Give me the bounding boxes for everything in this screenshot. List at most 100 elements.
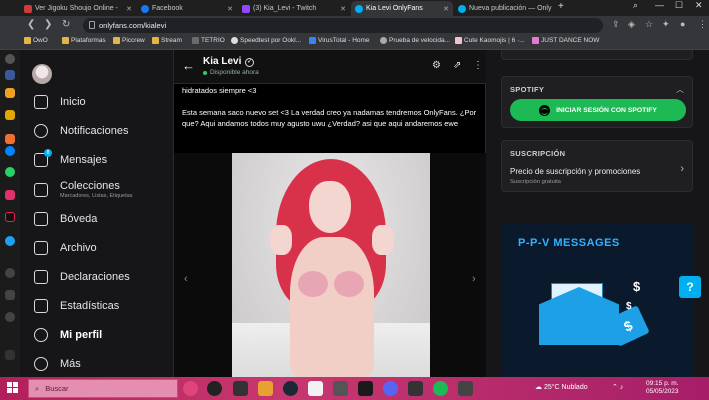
browser-tab-3[interactable]: (3) Kia_Levi - Twitch ✕ [238, 1, 350, 16]
url-input[interactable]: onlyfans.com/kialevi [83, 18, 603, 33]
reload-icon[interactable]: ↻ [62, 19, 70, 30]
app-icon[interactable] [308, 381, 323, 396]
bookmark-star-icon[interactable]: ☆ [645, 19, 653, 30]
browser-tab-active[interactable]: Kia Levi OnlyFans ✕ [351, 1, 453, 16]
menu-icon[interactable]: ⋮ [698, 19, 707, 30]
file-explorer-icon[interactable] [258, 381, 273, 396]
app-icon[interactable] [333, 381, 348, 396]
spotify-title: SPOTIFY [510, 85, 545, 94]
tray-icons[interactable]: ⌃ ♪ [612, 383, 623, 391]
minimize-button[interactable]: — [655, 0, 664, 10]
bookmark-item[interactable]: JUST DANCE NOW [532, 37, 599, 44]
back-arrow-icon[interactable]: ← [182, 58, 195, 73]
tab-favicon [242, 4, 250, 13]
main-nav: Inicio Notificaciones 8 Mensajes Colecci… [20, 50, 173, 377]
subscription-card[interactable]: SUSCRIPCIÓN Precio de suscripción y prom… [501, 140, 693, 192]
spotify-login-button[interactable]: INICIAR SESIÓN CON SPOTIFY [510, 99, 686, 121]
nav-item-inicio[interactable]: Inicio [34, 95, 86, 109]
photo-garment [298, 271, 328, 297]
bookmark-item[interactable]: Plataformas [62, 37, 106, 44]
app-icon[interactable] [358, 381, 373, 396]
gear-icon[interactable]: ⚙ [432, 60, 441, 71]
more-icon[interactable] [5, 350, 15, 360]
bookmark-item[interactable]: Prueba de velocida... [380, 37, 450, 44]
right-panel: SPOTIFY ︿ INICIAR SESIÓN CON SPOTIFY SUS… [486, 50, 709, 377]
nav-item-mensajes[interactable]: 8 Mensajes [34, 149, 107, 167]
nav-item-boveda[interactable]: Bóveda [34, 212, 97, 226]
nav-item-mi-perfil[interactable]: Mi perfil [34, 328, 102, 342]
clock-icon[interactable] [5, 268, 15, 278]
bookmark-label: VirusTotal - Home [318, 37, 370, 44]
nav-item-mas[interactable]: Más [34, 357, 81, 371]
weather-widget[interactable]: ☁ 25°C Nublado [535, 383, 588, 391]
help-button[interactable]: ? [679, 276, 701, 298]
instagram-icon[interactable] [5, 190, 15, 200]
clock[interactable]: 09:15 p. m. 05/05/2023 [646, 380, 679, 396]
whatsapp-icon[interactable] [5, 167, 15, 177]
maximize-button[interactable]: ☐ [675, 0, 683, 11]
bookmark-item[interactable]: Cute Kaomojis | 6 ·... [455, 37, 525, 44]
bookmark-item[interactable]: VirusTotal - Home [309, 37, 370, 44]
app-icon[interactable] [408, 381, 423, 396]
share-icon[interactable]: ⇪ [612, 19, 620, 30]
chat-name[interactable]: Kia Levi ✓ [203, 56, 255, 67]
browser-tab-5[interactable]: Nueva publicación — Only ✕ [454, 1, 554, 16]
facebook-icon[interactable] [5, 70, 15, 80]
nav-sublabel: Marcadores, Listas, Etiquetas [60, 193, 133, 199]
extension-icon[interactable]: ◈ [628, 19, 635, 30]
previous-photo-button[interactable]: ‹ [184, 273, 188, 285]
messenger-icon[interactable] [5, 146, 15, 156]
tab-favicon [24, 4, 32, 13]
close-icon[interactable]: ✕ [340, 5, 346, 13]
steam-icon[interactable] [283, 381, 298, 396]
profile-icon[interactable]: ● [680, 19, 685, 29]
nav-item-notificaciones[interactable]: Notificaciones [34, 124, 128, 138]
puzzle-icon[interactable]: ✦ [662, 19, 670, 30]
bookmark-label: JUST DANCE NOW [541, 37, 600, 44]
app-icon[interactable] [233, 381, 248, 396]
close-icon[interactable]: ✕ [227, 5, 233, 13]
opera-icon[interactable] [183, 381, 198, 396]
app-icon[interactable] [207, 381, 222, 396]
kebab-menu-icon[interactable]: ⋮ [473, 60, 483, 71]
close-icon[interactable]: ✕ [126, 5, 132, 13]
search-placeholder: Buscar [45, 384, 69, 393]
bookmark-item[interactable]: Speedtest por Ookl... [231, 37, 301, 44]
home-icon[interactable] [5, 54, 15, 64]
history-icon[interactable] [5, 312, 15, 322]
bookmarks-bar: OwO Plataformas Piccrew Stream TETRIO Sp… [0, 35, 709, 50]
message-photo[interactable]: ‹ › [174, 153, 487, 377]
bookmark-item[interactable]: TETRIO [192, 37, 225, 44]
close-icon[interactable]: ✕ [443, 5, 449, 13]
spotify-icon[interactable] [433, 381, 448, 396]
nav-item-archivo[interactable]: Archivo [34, 241, 97, 255]
nav-item-estadisticas[interactable]: Estadísticas [34, 299, 119, 313]
bookmark-item[interactable]: OwO [24, 37, 48, 44]
new-tab-button[interactable]: + [558, 1, 564, 12]
app-icon[interactable] [5, 88, 15, 98]
browser-tab-2[interactable]: Facebook ✕ [137, 1, 237, 16]
discord-icon[interactable] [383, 381, 398, 396]
ppv-banner[interactable]: P-P-V MESSAGES $ $ $ [501, 223, 693, 377]
nav-item-colecciones[interactable]: Colecciones Marcadores, Listas, Etiquetas [34, 180, 132, 199]
tiktok-icon[interactable] [5, 212, 15, 222]
tab-search-icon[interactable]: ⌕ [633, 0, 638, 11]
app-icon[interactable] [5, 134, 15, 144]
windows-start-icon[interactable] [7, 382, 19, 394]
app-icon[interactable] [458, 381, 473, 396]
bookmark-item[interactable]: Piccrew [113, 37, 145, 44]
avatar[interactable] [32, 64, 52, 84]
download-icon[interactable] [5, 290, 15, 300]
forward-icon[interactable]: ❯ [44, 19, 52, 30]
back-icon[interactable]: ❮ [27, 19, 35, 30]
chevron-up-icon[interactable]: ︿ [676, 84, 684, 95]
message-text: hidratados siempre <3 Esta semana saco n… [182, 85, 482, 140]
share-icon[interactable]: ⇗ [453, 60, 461, 71]
twitter-icon[interactable] [5, 236, 15, 246]
bookmark-item[interactable]: Stream [152, 37, 182, 44]
next-photo-button[interactable]: › [472, 273, 476, 285]
close-window-button[interactable]: ✕ [695, 0, 703, 11]
browser-tab-1[interactable]: Ver Jigoku Shoujo Online - ✕ [20, 1, 136, 16]
twitch-icon[interactable] [5, 110, 15, 120]
nav-item-declaraciones[interactable]: Declaraciones [34, 270, 130, 284]
